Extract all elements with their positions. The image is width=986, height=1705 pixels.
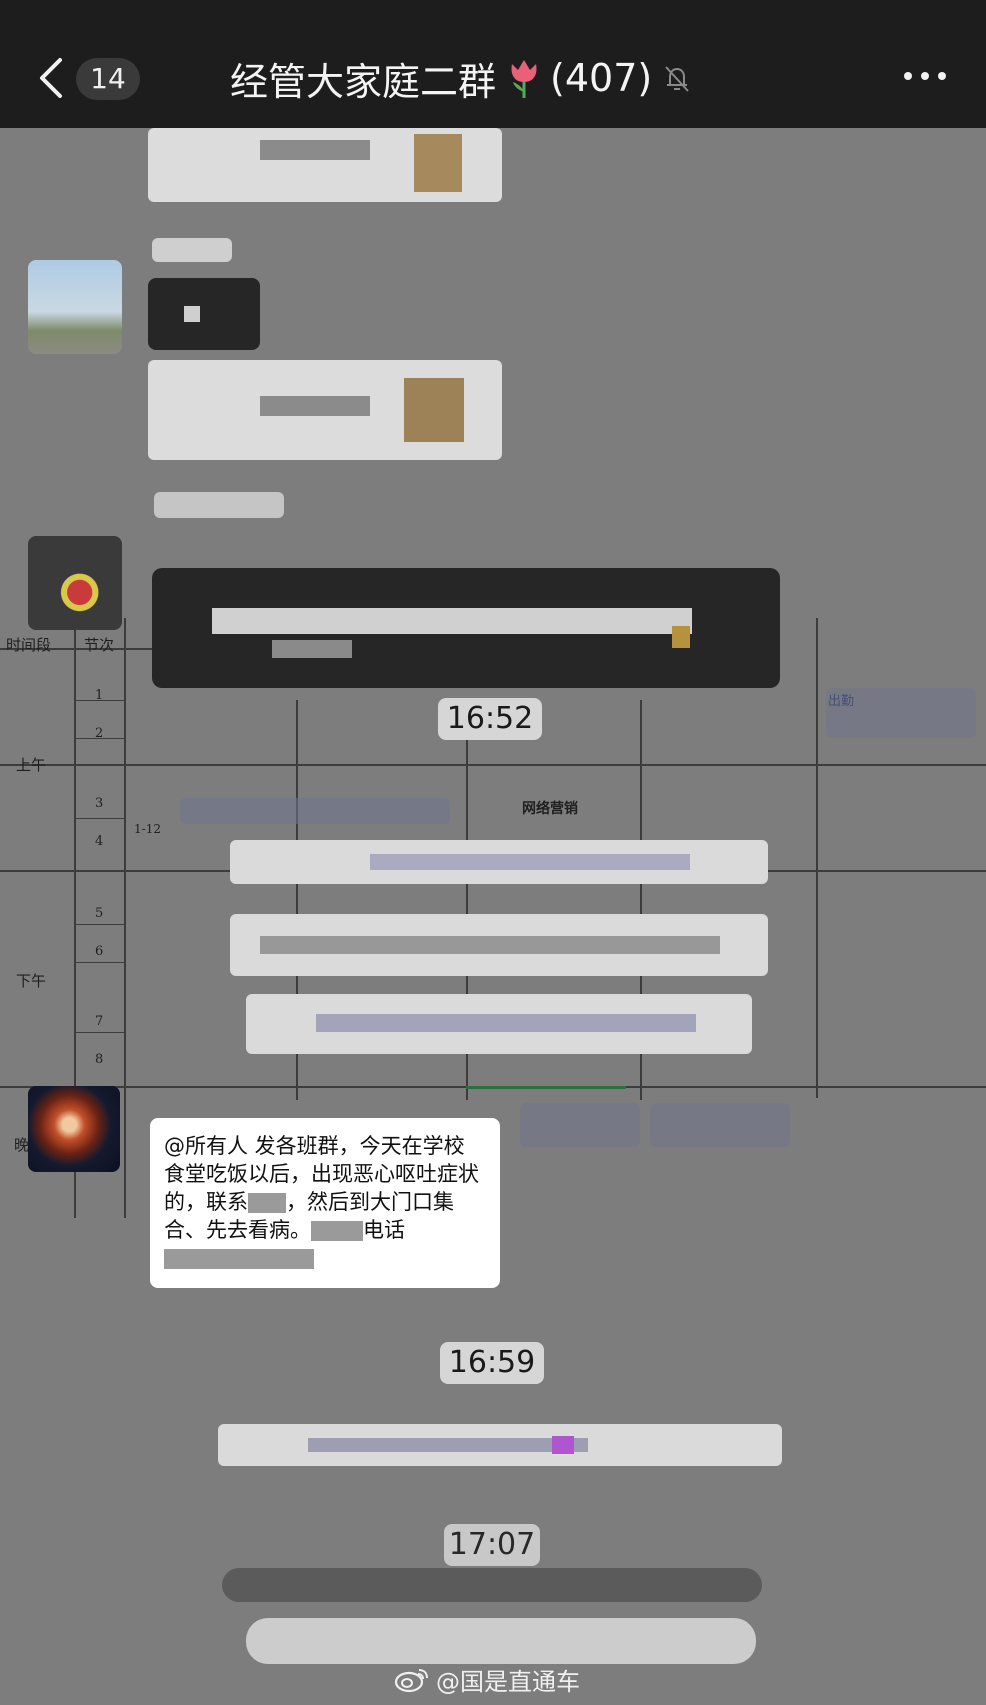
course-name: 网络营销 (522, 801, 578, 817)
timetable-header-session: 节次 (84, 636, 115, 654)
watermark-text: @国是直通车 (436, 1667, 580, 1696)
chat-header: 14 经管大家庭二群 (407) (0, 0, 986, 128)
period-8: 8 (95, 1052, 104, 1067)
pixelated-message[interactable] (246, 994, 752, 1054)
period-2: 2 (95, 726, 104, 741)
bell-muted-icon (665, 66, 689, 92)
redacted-phone (164, 1249, 314, 1269)
sender-name (154, 492, 284, 518)
room-range: 1-12 (134, 822, 161, 836)
avatar[interactable] (28, 260, 122, 354)
period-6: 6 (95, 944, 104, 959)
timetable-morning: 上午 (16, 756, 47, 774)
blurred-course-cell (650, 1103, 790, 1147)
pixelated-message[interactable] (218, 1424, 782, 1466)
redacted-name (248, 1193, 286, 1213)
period-1: 1 (95, 688, 104, 703)
pixelated-message[interactable] (148, 360, 502, 460)
announcement-line: @所有人 发各班群，今天在学校 (164, 1134, 465, 1158)
announcement-line (164, 1244, 486, 1272)
pixelated-message[interactable] (230, 840, 768, 884)
blurred-message[interactable] (246, 1618, 756, 1664)
chat-title-group[interactable]: 经管大家庭二群 (407) (230, 50, 750, 106)
pixelated-message[interactable] (152, 568, 780, 688)
blurred-course-cell (520, 1103, 640, 1147)
chat-message-list[interactable]: 时间段 节次 上午 下午 晚 1 2 3 4 5 6 7 8 1-12 网络营销… (0, 128, 986, 1705)
sender-name (152, 238, 232, 262)
redacted-name (311, 1221, 363, 1241)
blurred-message[interactable] (222, 1568, 762, 1602)
timestamp: 16:59 (440, 1342, 544, 1384)
timestamp: 16:52 (438, 698, 542, 740)
blurred-course-cell (826, 688, 976, 738)
chevron-left-icon[interactable] (34, 54, 70, 102)
avatar[interactable] (28, 1086, 120, 1172)
weibo-watermark: @国是直通车 (394, 1662, 580, 1696)
timestamp: 17:07 (444, 1524, 540, 1566)
period-3: 3 (95, 796, 104, 811)
period-5: 5 (95, 906, 104, 921)
announcement-line: 的，联系 ，然后到大门口集 (164, 1190, 454, 1214)
period-4: 4 (95, 834, 104, 849)
pixelated-message[interactable] (148, 128, 502, 202)
timetable-afternoon: 下午 (16, 972, 47, 990)
more-dots-icon[interactable] (900, 66, 950, 86)
avatar[interactable] (28, 536, 122, 630)
announcement-line: 合、先去看病。 电话 (164, 1218, 405, 1242)
pixelated-message[interactable] (148, 278, 260, 350)
chat-title: 经管大家庭二群 (230, 59, 497, 104)
weibo-icon (394, 1669, 428, 1693)
period-7: 7 (95, 1014, 104, 1029)
announcement-message[interactable]: @所有人 发各班群，今天在学校 食堂吃饭以后，出现恶心呕吐症状 的，联系 ，然后到… (150, 1118, 500, 1288)
unread-count-badge[interactable]: 14 (76, 58, 140, 100)
pixelated-message[interactable] (230, 914, 768, 976)
blurred-course-cell (180, 798, 450, 824)
member-count: (407) (550, 56, 653, 100)
timetable-header-time: 时间段 (6, 636, 52, 654)
tulip-icon (511, 60, 537, 98)
announcement-line: 食堂吃饭以后，出现恶心呕吐症状 (164, 1162, 479, 1186)
timetable-evening: 晚 (14, 1136, 30, 1154)
